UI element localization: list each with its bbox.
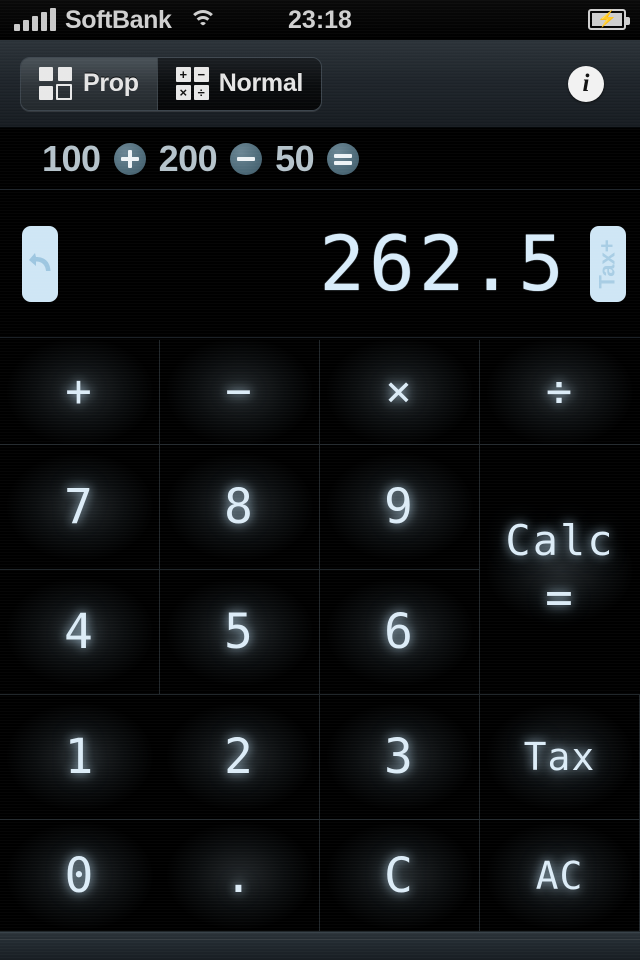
expression-number: 100 bbox=[42, 137, 101, 179]
key-label: Calc bbox=[505, 515, 615, 565]
key-label: 3 bbox=[384, 729, 415, 785]
lcd-display: 262.5 Tax+ bbox=[0, 190, 640, 338]
equals-chip-icon bbox=[327, 142, 360, 175]
plus-chip-icon bbox=[113, 142, 146, 175]
key-multiply[interactable]: × bbox=[320, 340, 480, 445]
operator-tile-plus: + bbox=[175, 67, 191, 82]
key-6[interactable]: 6 bbox=[320, 570, 480, 695]
segment-normal[interactable]: + − × ÷ Normal bbox=[156, 57, 322, 110]
key-1[interactable]: 1 bbox=[0, 695, 160, 820]
segment-normal-label: Normal bbox=[218, 69, 304, 97]
key-sublabel: = bbox=[545, 569, 575, 624]
expression-number: 50 bbox=[275, 137, 315, 179]
key-0[interactable]: 0 bbox=[0, 820, 160, 932]
clock-label: 23:18 bbox=[288, 5, 352, 34]
key-2[interactable]: 2 bbox=[160, 695, 320, 820]
key-label: 2 bbox=[224, 729, 255, 785]
key-label: 8 bbox=[224, 479, 255, 535]
undo-button[interactable] bbox=[22, 225, 58, 302]
battery-charging-icon: ⚡ bbox=[588, 9, 630, 30]
display-value: 262.5 bbox=[319, 218, 568, 308]
key-label: 7 bbox=[64, 479, 95, 535]
key-label: C bbox=[384, 847, 415, 904]
key-9[interactable]: 9 bbox=[320, 445, 480, 570]
key-label: Tax bbox=[523, 735, 596, 779]
key-minus[interactable]: − bbox=[160, 340, 320, 445]
key-label: 6 bbox=[384, 604, 415, 660]
key-divide[interactable]: ÷ bbox=[480, 340, 640, 445]
calculator-app: SoftBank 23:18 ⚡ Prop + − × ÷ Normal i 1… bbox=[0, 0, 640, 960]
keypad: + − × ÷ 7 8 9 Calc = 4 5 6 1 2 3 Tax 0 .… bbox=[0, 340, 640, 932]
blocks-icon bbox=[39, 66, 73, 101]
status-bar: SoftBank 23:18 ⚡ bbox=[0, 0, 640, 40]
key-all-clear[interactable]: AC bbox=[480, 820, 640, 932]
tax-plus-label: Tax+ bbox=[595, 238, 620, 289]
key-8[interactable]: 8 bbox=[160, 445, 320, 570]
info-icon[interactable]: i bbox=[568, 65, 604, 102]
expression-number: 200 bbox=[158, 137, 218, 179]
key-label: AC bbox=[535, 853, 584, 898]
operator-tile-minus: − bbox=[193, 67, 209, 82]
key-label: 1 bbox=[64, 729, 96, 785]
operator-tile-divide: ÷ bbox=[193, 85, 209, 100]
minus-chip-icon bbox=[230, 142, 263, 175]
mode-segmented-control[interactable]: Prop + − × ÷ Normal bbox=[20, 56, 323, 111]
operators-icon: + − × ÷ bbox=[175, 67, 209, 100]
charging-bolt-icon: ⚡ bbox=[597, 10, 617, 28]
key-label: . bbox=[224, 847, 255, 904]
key-plus[interactable]: + bbox=[0, 340, 160, 445]
bottom-bar bbox=[0, 932, 640, 960]
key-tax[interactable]: Tax bbox=[480, 695, 640, 820]
key-label: 0 bbox=[64, 847, 96, 904]
key-label: − bbox=[225, 366, 254, 417]
expression-history[interactable]: 100 200 50 bbox=[0, 128, 640, 190]
undo-arrow-icon bbox=[26, 247, 54, 281]
tax-plus-button[interactable]: Tax+ bbox=[590, 225, 626, 302]
key-calc-equals[interactable]: Calc = bbox=[480, 445, 640, 695]
key-label: 5 bbox=[224, 604, 255, 660]
key-decimal[interactable]: . bbox=[160, 820, 320, 932]
key-label: 4 bbox=[64, 604, 95, 660]
key-5[interactable]: 5 bbox=[160, 570, 320, 695]
segment-prop-label: Prop bbox=[83, 69, 139, 97]
key-7[interactable]: 7 bbox=[0, 445, 160, 570]
toolbar: Prop + − × ÷ Normal i bbox=[0, 40, 640, 128]
info-glyph: i bbox=[582, 70, 590, 97]
key-label: 9 bbox=[384, 479, 415, 535]
operator-tile-multiply: × bbox=[175, 85, 191, 100]
key-4[interactable]: 4 bbox=[0, 570, 160, 695]
key-label: ÷ bbox=[545, 366, 575, 417]
segment-prop[interactable]: Prop bbox=[21, 57, 157, 110]
key-label: × bbox=[385, 366, 414, 417]
key-clear[interactable]: C bbox=[320, 820, 480, 932]
key-3[interactable]: 3 bbox=[320, 695, 480, 820]
key-label: + bbox=[65, 366, 94, 417]
